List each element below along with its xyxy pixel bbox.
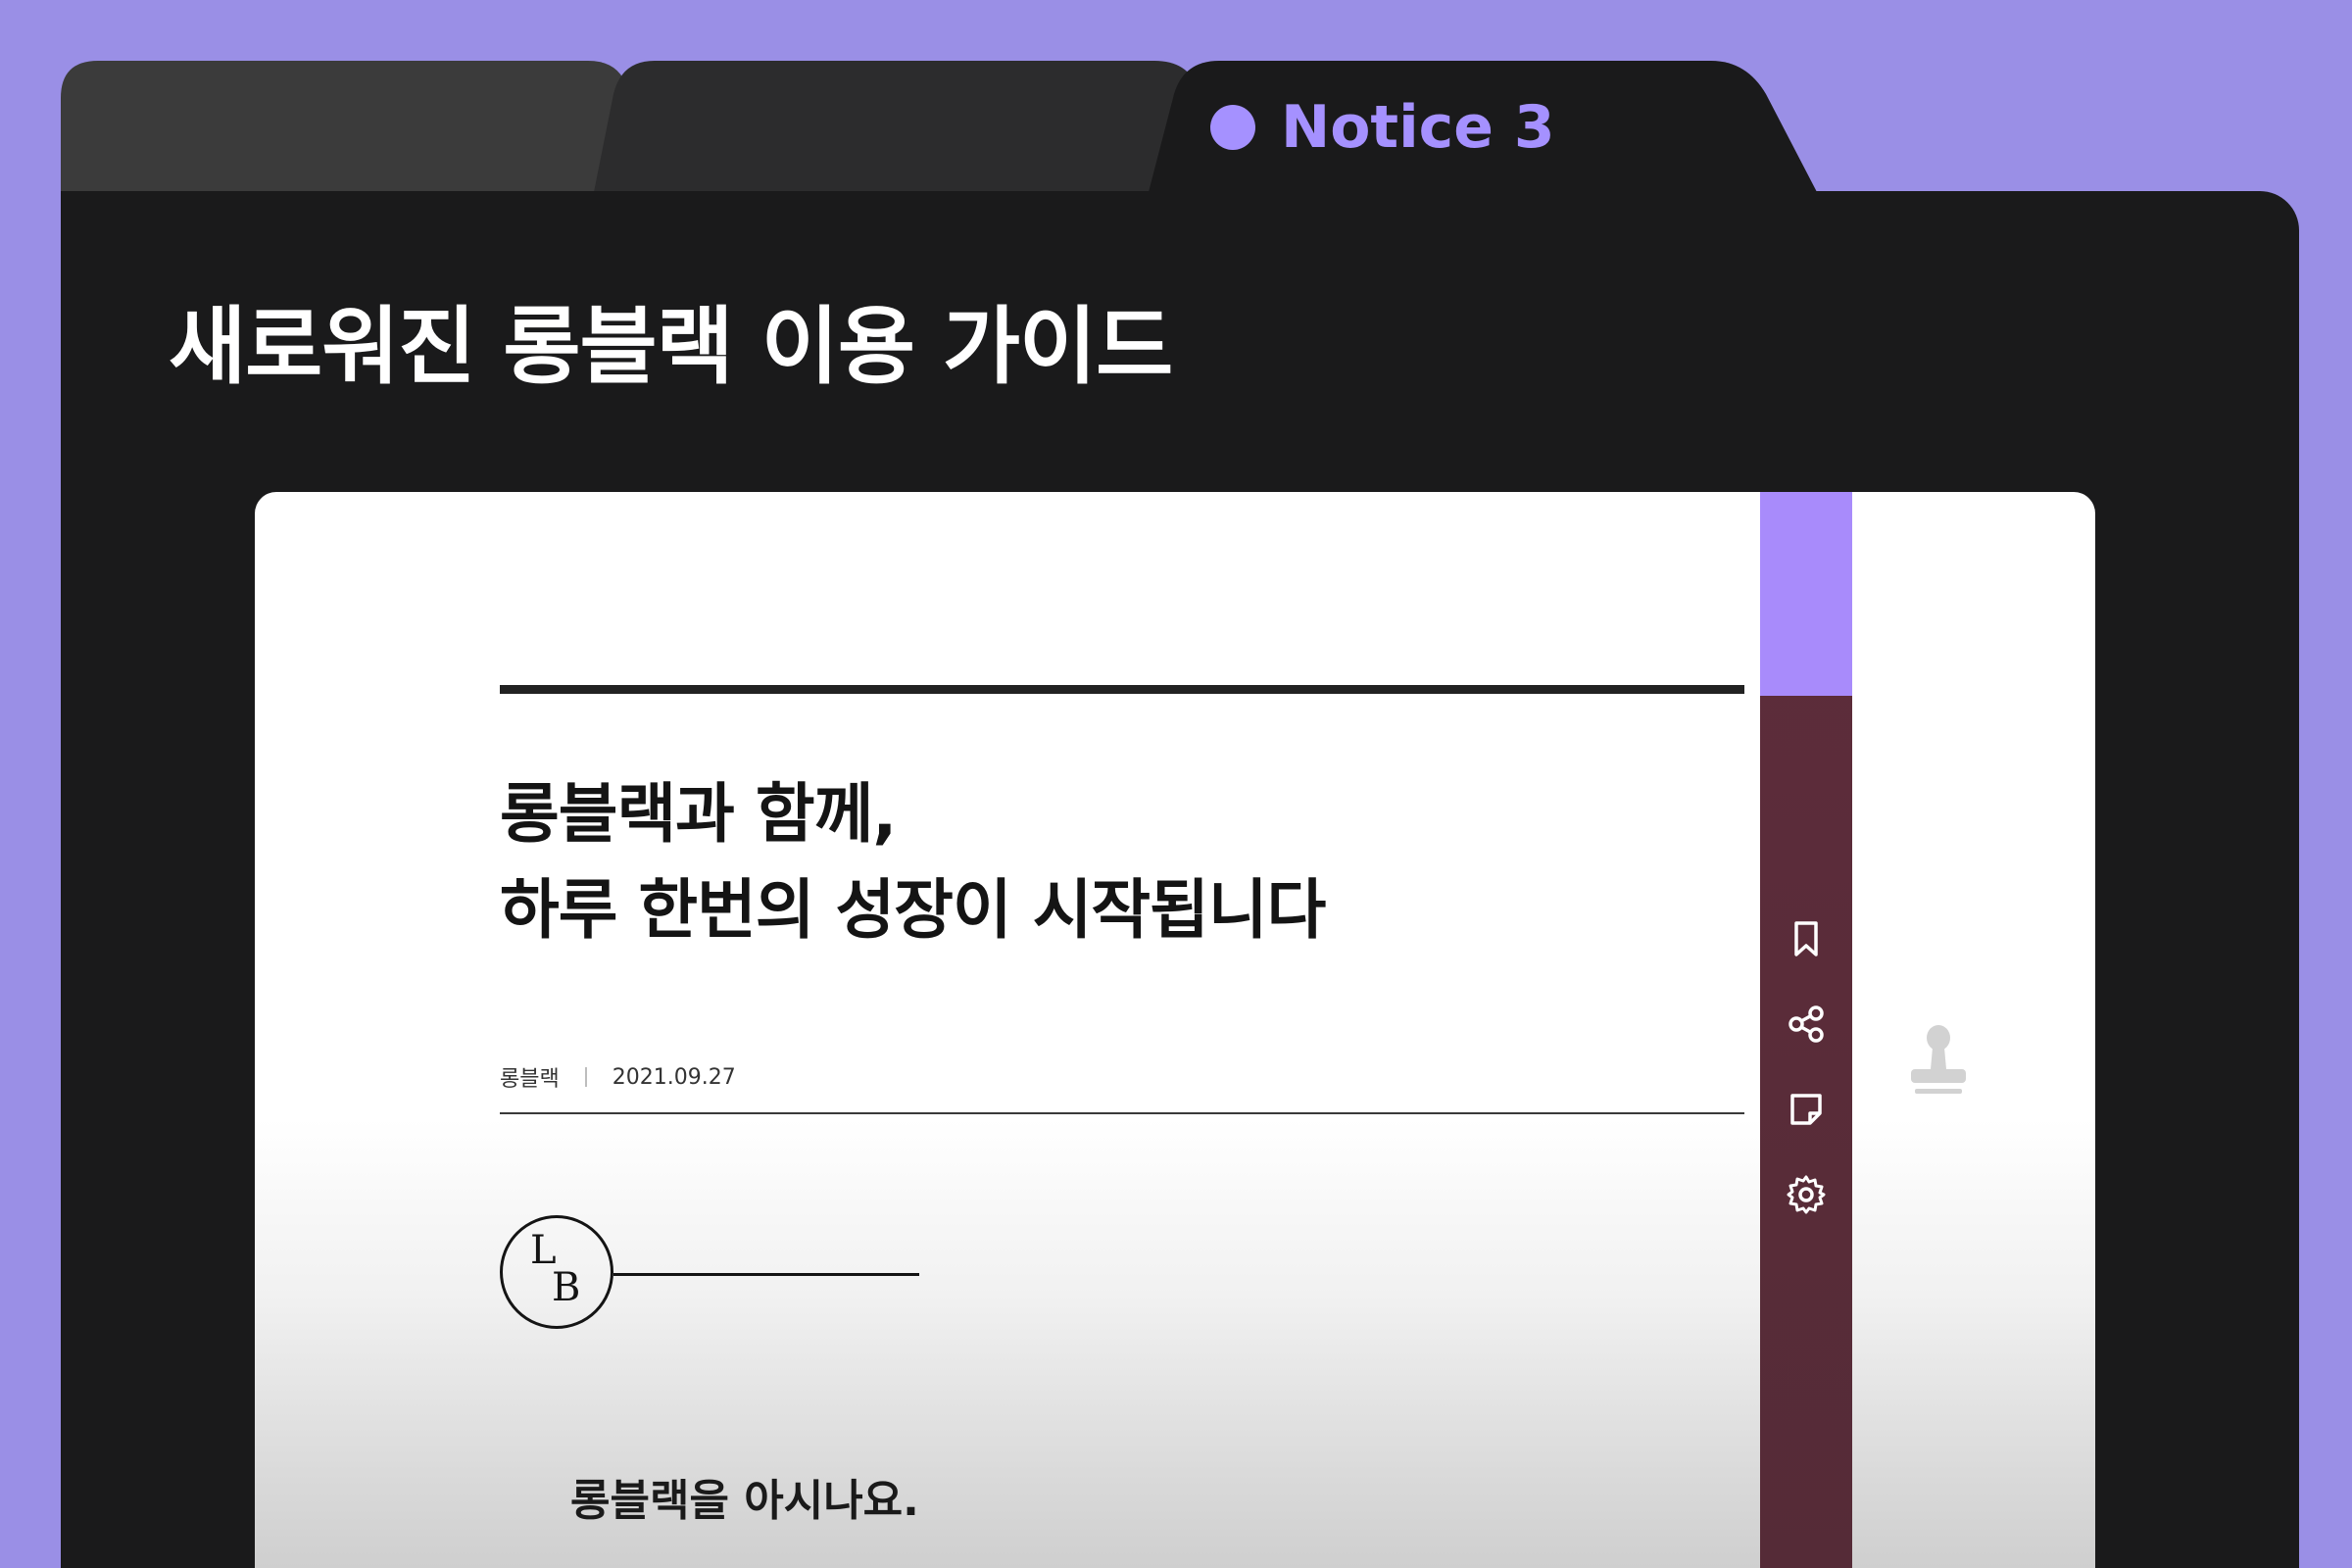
article-author: 롱블랙 xyxy=(500,1067,560,1092)
headline-rule xyxy=(500,685,1744,694)
memo-icon xyxy=(1790,1094,1822,1125)
article-meta: 롱블랙 2021.09.27 xyxy=(500,1060,736,1094)
meta-divider xyxy=(584,1067,587,1087)
tab-2[interactable] xyxy=(594,61,1198,192)
tab-notice-3[interactable]: Notice 3 xyxy=(1210,93,1555,162)
share-icon xyxy=(1788,1005,1824,1043)
intro-text: 롱블랙을 아시나요. xyxy=(570,1476,919,1526)
gear-icon xyxy=(1787,1175,1826,1214)
article-headline: 롱블랙과 함께, 하루 한번의 성장이 시작됩니다 xyxy=(500,766,1725,958)
headline-line-2: 하루 한번의 성장이 시작됩니다 xyxy=(500,872,1326,948)
share-button[interactable] xyxy=(1782,1000,1831,1049)
logo-line xyxy=(613,1273,919,1276)
article-card: 롱블랙과 함께, 하루 한번의 성장이 시작됩니다 롱블랙 2021.09.27… xyxy=(255,492,2095,1568)
memo-button[interactable] xyxy=(1782,1085,1831,1134)
headline-line-1: 롱블랙과 함께, xyxy=(500,776,897,852)
longblack-logo: L B xyxy=(500,1215,613,1329)
meta-divider-line xyxy=(500,1112,1744,1114)
tab-1[interactable] xyxy=(61,61,627,192)
stamp-icon[interactable] xyxy=(1909,1024,1968,1099)
side-toolbar xyxy=(1760,492,1852,1568)
bookmark-icon xyxy=(1794,921,1818,956)
page-title: 새로워진 롱블랙 이용 가이드 xyxy=(169,298,1173,396)
settings-button[interactable] xyxy=(1782,1170,1831,1219)
bookmark-button[interactable] xyxy=(1782,914,1831,963)
tab-label: Notice 3 xyxy=(1281,93,1555,162)
article-date: 2021.09.27 xyxy=(612,1064,736,1090)
tab-dot-icon xyxy=(1210,105,1255,150)
toolbar-accent xyxy=(1760,492,1852,696)
